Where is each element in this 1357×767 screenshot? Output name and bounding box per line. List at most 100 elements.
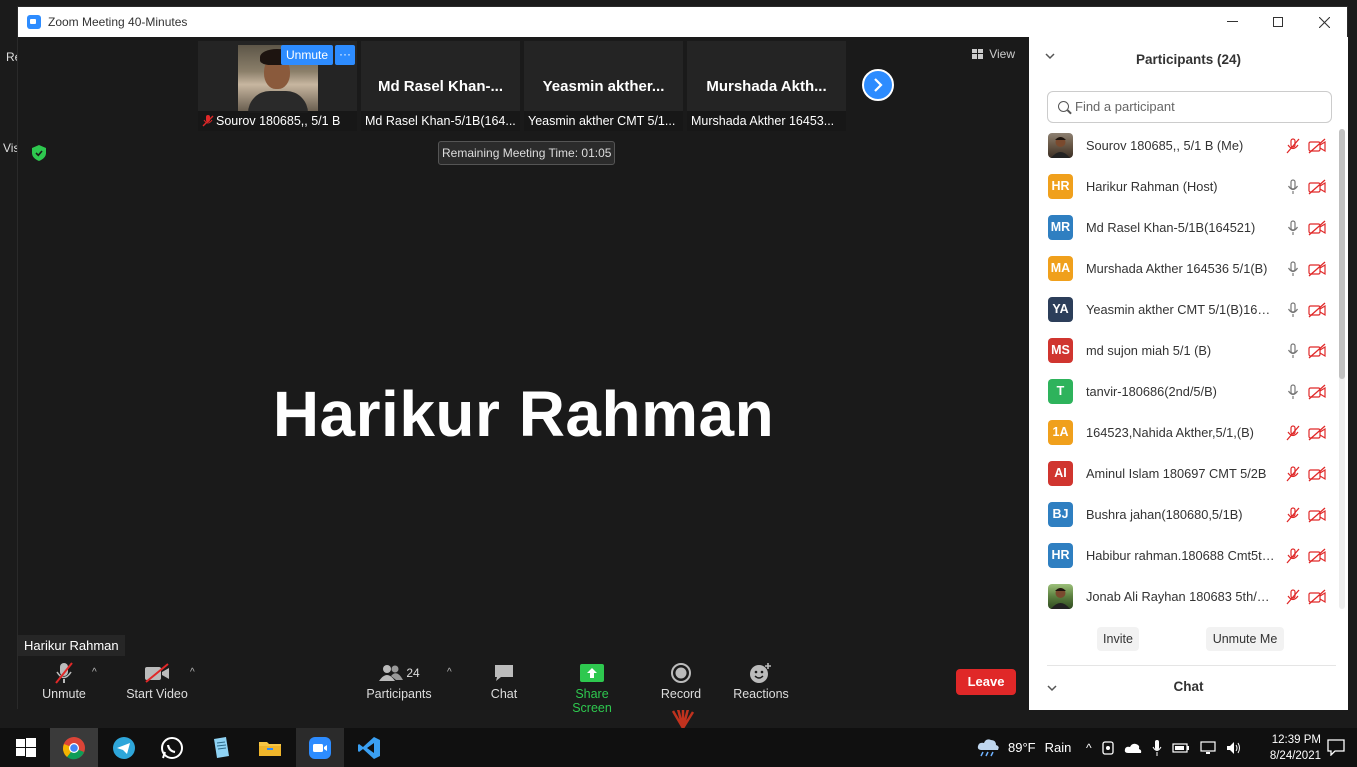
maximize-icon [1273, 17, 1283, 27]
participant-name: Harikur Rahman (Host) [1086, 179, 1218, 194]
avatar: MR [1048, 215, 1073, 240]
chat-button[interactable]: Chat [484, 659, 524, 701]
participant-row[interactable]: AI Aminul Islam 180697 CMT 5/2B [1029, 453, 1339, 494]
record-label: Record [660, 687, 702, 701]
participant-row[interactable]: 1A 164523,Nahida Akther,5/1,(B) [1029, 412, 1339, 453]
participants-icon [379, 665, 404, 681]
participant-row[interactable]: BJ Bushra jahan(180680,5/1B) [1029, 494, 1339, 535]
participant-row[interactable]: MS md sujon miah 5/1 (B) [1029, 330, 1339, 371]
participant-row[interactable]: YA Yeasmin akther CMT 5/1(B)1645... [1029, 289, 1339, 330]
record-button[interactable]: Record [659, 659, 703, 701]
avatar: 1A [1048, 420, 1073, 445]
tile-label: Murshada Akther 16453... [687, 111, 846, 131]
onedrive-cloud-icon[interactable] [1124, 742, 1142, 754]
video-off-icon [1308, 261, 1326, 276]
chat-section-title[interactable]: Chat [1029, 679, 1348, 694]
unmute-button[interactable]: Unmute [40, 659, 88, 701]
taskbar-clock[interactable]: 12:39 PM 8/24/2021 [1270, 732, 1321, 764]
avatar: AI [1048, 461, 1073, 486]
participant-row[interactable]: Ttanvir-180686(2nd/5/B) [1029, 371, 1339, 412]
window-title: Zoom Meeting 40-Minutes [48, 15, 188, 29]
participants-button[interactable]: 24 Participants [364, 659, 434, 701]
chevron-right-icon [874, 78, 883, 92]
tile-big-name: Yeasmin akther... [542, 78, 665, 95]
file-explorer-icon[interactable] [258, 736, 282, 760]
video-off-icon [1308, 220, 1326, 235]
video-options-chevron-icon[interactable]: ^ [190, 667, 195, 678]
speaker-name-tag: Harikur Rahman [18, 635, 125, 656]
tile-more-button[interactable]: ··· [335, 45, 355, 65]
share-screen-icon [580, 664, 604, 682]
participants-label: Participants [366, 687, 432, 701]
video-tile[interactable]: Murshada Akth... Murshada Akther 16453..… [687, 41, 846, 131]
participant-row[interactable]: MR Md Rasel Khan-5/1B(164521) [1029, 207, 1339, 248]
video-off-icon [1308, 302, 1326, 317]
show-hidden-icons-chevron-icon[interactable]: ^ [1086, 741, 1092, 755]
video-tile[interactable]: Unmute ··· Sourov 180685,, 5/1 B [198, 41, 357, 131]
leave-button[interactable]: Leave [956, 669, 1016, 695]
participants-panel-header: Participants (24) [1029, 37, 1348, 81]
muted-mic-icon [202, 115, 214, 127]
video-off-icon [1308, 384, 1326, 399]
participant-row[interactable]: HR Habibur rahman.180688 Cmt5th... [1029, 535, 1339, 576]
share-screen-label: Share Screen [572, 687, 612, 715]
audio-options-chevron-icon[interactable]: ^ [92, 667, 97, 678]
muted-mic-icon [1286, 137, 1300, 153]
video-off-icon [1308, 589, 1326, 604]
tray-app-icon[interactable] [1101, 740, 1114, 755]
scrollbar-thumb[interactable] [1339, 129, 1345, 379]
tile-unmute-button[interactable]: Unmute [281, 45, 334, 65]
windows-start-icon[interactable] [14, 736, 38, 760]
maximize-button[interactable] [1255, 7, 1301, 37]
avatar [1048, 584, 1073, 609]
microphone-icon[interactable] [1152, 739, 1162, 756]
participant-row[interactable]: MA Murshada Akther 164536 5/1(B) [1029, 248, 1339, 289]
minimize-button[interactable] [1209, 7, 1255, 37]
participant-list-scrollbar[interactable] [1339, 129, 1345, 609]
participants-options-chevron-icon[interactable]: ^ [447, 667, 452, 678]
muted-mic-icon [1286, 506, 1300, 522]
notifications-icon[interactable] [1327, 739, 1345, 756]
vscode-icon[interactable] [357, 736, 381, 760]
participant-row[interactable]: HR Harikur Rahman (Host) [1029, 166, 1339, 207]
find-participant-input[interactable]: Find a participant [1047, 91, 1332, 123]
collapse-chevron-icon[interactable] [1045, 51, 1055, 63]
close-button[interactable] [1301, 7, 1347, 37]
reactions-icon [750, 663, 771, 683]
avatar: HR [1048, 543, 1073, 568]
zoom-meeting-window: Zoom Meeting 40-Minutes Unmute ··· Souro… [17, 6, 1348, 715]
weather-widget[interactable]: 89°F Rain [976, 728, 1071, 767]
title-bar: Zoom Meeting 40-Minutes [18, 7, 1347, 37]
battery-icon[interactable] [1172, 742, 1190, 754]
video-tile[interactable]: Yeasmin akther... Yeasmin akther CMT 5/1… [524, 41, 683, 131]
rain-cloud-icon [977, 738, 999, 756]
notepad-icon[interactable] [209, 736, 233, 760]
invite-button[interactable]: Invite [1097, 627, 1139, 651]
view-button[interactable]: View [972, 47, 1015, 61]
next-page-button[interactable] [862, 69, 894, 101]
video-off-icon [1308, 425, 1326, 440]
zoom-app-icon [27, 15, 41, 29]
unmute-me-button[interactable]: Unmute Me [1206, 627, 1284, 651]
whatsapp-icon[interactable] [160, 736, 184, 760]
security-shield-icon[interactable] [32, 145, 46, 161]
share-screen-button[interactable]: Share Screen [555, 659, 629, 715]
telegram-icon[interactable] [112, 736, 136, 760]
mic-icon [1287, 178, 1299, 194]
video-tile[interactable]: Md Rasel Khan-... Md Rasel Khan-5/1B(164… [361, 41, 520, 131]
participant-row[interactable]: Jonab Ali Rayhan 180683 5th/1 ... [1029, 576, 1339, 611]
volume-icon[interactable] [1226, 741, 1242, 755]
tile-label: Yeasmin akther CMT 5/1... [524, 111, 683, 131]
participants-panel-title: Participants (24) [1135, 51, 1242, 67]
tile-big-name: Md Rasel Khan-... [377, 78, 504, 95]
chrome-icon[interactable] [62, 736, 86, 760]
mic-icon [1287, 219, 1299, 235]
video-off-icon [1308, 507, 1326, 522]
video-off-icon [1308, 548, 1326, 563]
network-icon[interactable] [1200, 740, 1216, 755]
start-video-button[interactable]: Start Video [126, 659, 188, 701]
participant-row[interactable]: Sourov 180685,, 5/1 B (Me) [1029, 125, 1339, 166]
minimize-icon [1226, 21, 1238, 22]
zoom-icon[interactable] [308, 736, 332, 760]
reactions-button[interactable]: Reactions [732, 659, 790, 701]
